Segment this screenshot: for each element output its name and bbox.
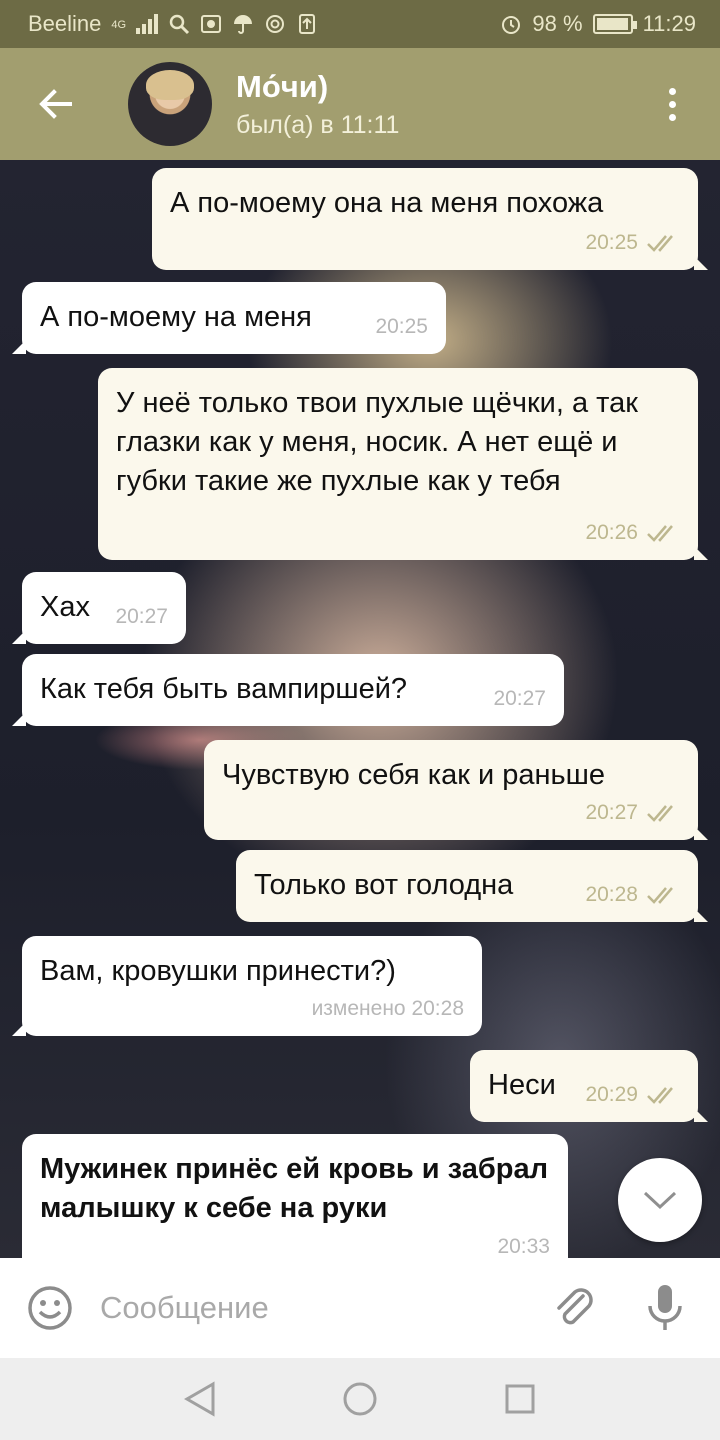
status-bar: Beeline 4G 98 % 11:29 — [0, 0, 720, 48]
message-bubble-outgoing[interactable]: Чувствую себя как и раньше 20:27 — [204, 740, 708, 840]
emoji-button[interactable] — [0, 1258, 100, 1358]
clock: 11:29 — [642, 11, 696, 36]
message-time: 20:29 — [585, 1083, 638, 1106]
message-text: А по-моему на меня — [40, 301, 312, 333]
message-bubble-incoming[interactable]: А по-моему на меня 20:25 — [12, 282, 446, 354]
smile-icon — [28, 1286, 72, 1330]
carrier-label: Beeline — [28, 11, 102, 36]
alarm-icon — [502, 16, 521, 34]
message-text: А по-моему она на меня похожа — [170, 187, 604, 219]
double-check-icon — [647, 524, 673, 542]
double-check-icon — [647, 804, 673, 822]
double-check-icon — [647, 886, 673, 904]
message-time: 20:27 — [493, 687, 546, 710]
system-navigation-bar — [0, 1358, 720, 1440]
upload-notification-icon — [299, 14, 316, 34]
triangle-back-icon — [183, 1381, 215, 1417]
message-text: Вам, кровушки принести?) — [40, 955, 396, 987]
chat-header: Мо́чи) был(а) в 11:11 — [0, 48, 720, 160]
message-bubble-incoming[interactable]: Мужинек принёс ей кровь и забрал малышку… — [22, 1134, 568, 1258]
square-recents-icon — [505, 1384, 535, 1414]
message-time: изменено 20:28 — [311, 997, 464, 1020]
scroll-down-button[interactable] — [618, 1158, 702, 1242]
message-bubble-outgoing[interactable]: У неё только твои пухлые щёчки, а так гл… — [98, 368, 708, 560]
circle-home-icon — [343, 1382, 377, 1416]
message-bubble-outgoing[interactable]: А по-моему она на меня похожа 20:25 — [152, 168, 708, 270]
chevron-down-icon — [643, 1191, 677, 1210]
message-time: 20:25 — [585, 231, 638, 254]
nav-recents-button[interactable] — [495, 1374, 545, 1424]
chat-title-block[interactable]: Мо́чи) был(а) в 11:11 — [236, 69, 399, 140]
umbrella-icon — [234, 15, 253, 34]
message-bubble-incoming[interactable]: Хах 20:27 — [12, 572, 186, 644]
double-check-icon — [647, 1086, 673, 1104]
message-time: 20:27 — [585, 801, 638, 824]
arrow-left-icon — [39, 89, 72, 119]
paperclip-icon — [557, 1288, 593, 1325]
message-time: 20:25 — [375, 315, 428, 338]
avatar[interactable] — [128, 62, 212, 146]
gallery-notification-icon — [201, 15, 222, 33]
battery-icon — [592, 14, 637, 34]
message-time: 20:26 — [585, 521, 638, 544]
at-sign-icon — [266, 15, 285, 33]
nav-back-button[interactable] — [175, 1374, 225, 1424]
message-list[interactable]: А по-моему она на меня похожа 20:25 А по… — [0, 160, 720, 1258]
microphone-button[interactable] — [620, 1258, 710, 1358]
message-composer — [0, 1258, 720, 1358]
message-time: 20:27 — [115, 605, 168, 628]
message-bubble-outgoing[interactable]: Неси 20:29 — [470, 1050, 708, 1122]
message-input[interactable] — [100, 1278, 530, 1338]
attach-button[interactable] — [530, 1258, 620, 1358]
battery-percent: 98 % — [532, 11, 583, 36]
message-text: У неё только твои пухлые щёчки, а так гл… — [116, 387, 638, 497]
search-icon — [169, 14, 190, 35]
more-vert-icon — [668, 87, 676, 95]
message-bubble-incoming[interactable]: Как тебя быть вампиршей? 20:27 — [12, 654, 564, 726]
message-bubble-outgoing[interactable]: Только вот голодна 20:28 — [236, 850, 708, 922]
last-seen-status: был(а) в 11:11 — [236, 110, 400, 139]
nav-home-button[interactable] — [335, 1374, 385, 1424]
message-text: Как тебя быть вампиршей? — [40, 673, 408, 705]
message-bubble-incoming[interactable]: Вам, кровушки принести?) изменено 20:28 — [12, 936, 482, 1036]
message-time: 20:28 — [585, 883, 638, 906]
more-menu-button[interactable] — [624, 48, 720, 160]
message-time: 20:33 — [497, 1235, 550, 1258]
signal-icon — [136, 14, 159, 34]
message-text: Мужинек принёс ей кровь и забрал малышку… — [40, 1153, 549, 1224]
double-check-icon — [647, 234, 673, 252]
microphone-icon — [648, 1285, 682, 1330]
message-text: Чувствую себя как и раньше — [222, 759, 606, 791]
chat-title: Мо́чи) — [236, 68, 329, 104]
network-label: 4G — [111, 19, 127, 31]
back-button[interactable] — [0, 48, 110, 160]
